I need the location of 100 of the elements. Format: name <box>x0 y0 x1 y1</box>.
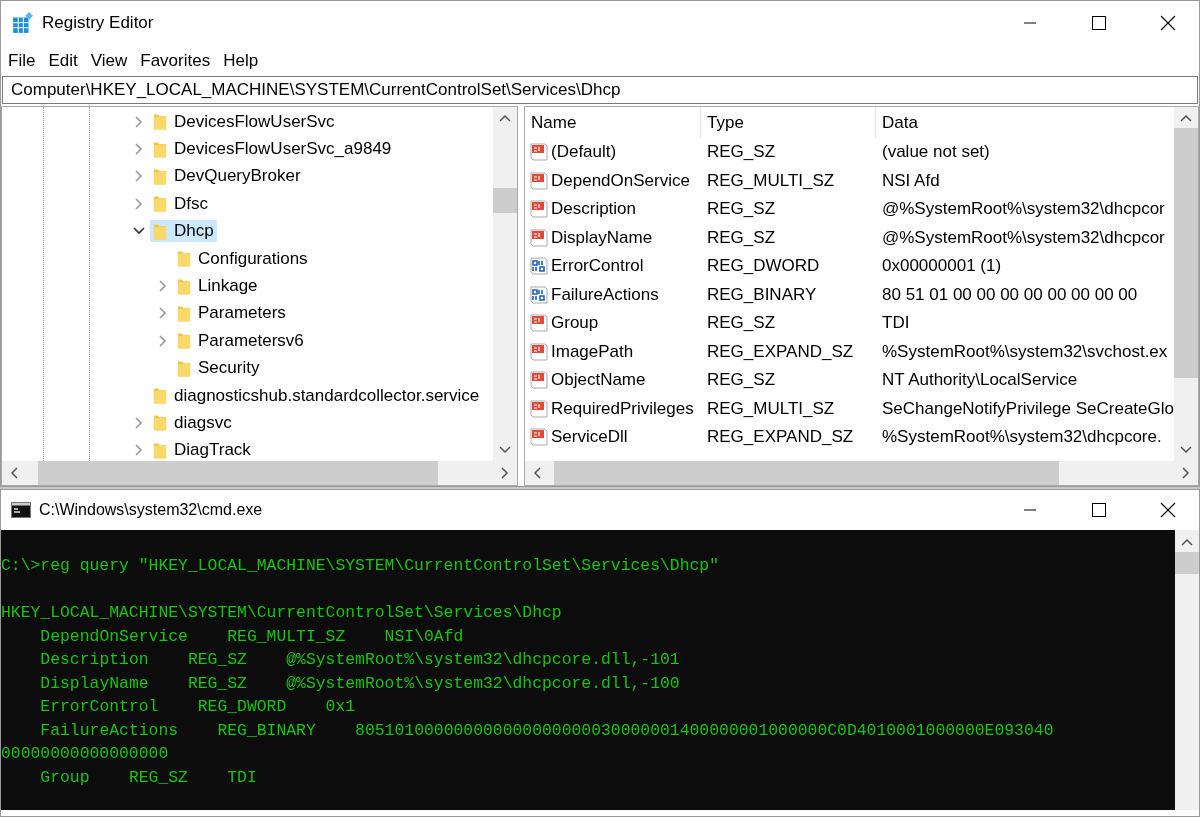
menu-item[interactable]: Favorites <box>140 50 211 71</box>
scrollbar-thumb[interactable] <box>1175 552 1199 574</box>
menu-item[interactable]: File <box>8 50 36 71</box>
folder-icon <box>153 386 167 406</box>
string-value-icon <box>529 341 549 362</box>
window-title: C:\Windows\system32\cmd.exe <box>39 501 263 519</box>
string-value-icon <box>529 227 549 248</box>
value-data: 80 51 01 00 00 00 00 00 00 00 00 <box>881 284 1139 305</box>
command-line: C:\>reg query "HKEY_LOCAL_MACHINE\SYSTEM\CurrentControlSet\Services\Dhcp" <box>1 555 721 577</box>
string-value-icon <box>529 199 549 220</box>
scroll-down-icon[interactable] <box>499 446 511 454</box>
scrollbar-thumb[interactable] <box>554 461 1059 485</box>
chevron-right-icon[interactable] <box>135 115 143 128</box>
scrollbar-thumb[interactable] <box>493 188 517 213</box>
value-name[interactable]: RequiredPrivileges <box>551 398 694 419</box>
tree-item[interactable]: diagsvc <box>150 412 235 434</box>
value-name[interactable]: Group <box>551 313 599 334</box>
menu-item[interactable]: Edit <box>48 50 78 71</box>
scroll-up-icon[interactable] <box>499 114 511 122</box>
value-type: REG_MULTI_SZ <box>706 398 836 419</box>
value-type: REG_EXPAND_SZ <box>706 427 855 448</box>
vertical-scrollbar[interactable] <box>1174 107 1198 461</box>
tree-item[interactable]: Dfsc <box>150 192 211 215</box>
binary-value-icon <box>529 284 549 305</box>
string-value-icon <box>529 142 549 163</box>
value-name[interactable]: Description <box>551 199 637 220</box>
binary-value-icon <box>529 256 549 277</box>
tree-item[interactable]: DevicesFlowUserSvc_a9849 <box>150 138 395 161</box>
folder-icon <box>153 413 167 433</box>
vertical-scrollbar[interactable] <box>1175 530 1199 810</box>
value-name[interactable]: ImagePath <box>551 341 634 362</box>
value-name[interactable]: ErrorControl <box>551 256 644 277</box>
output-line: HKEY_LOCAL_MACHINE\SYSTEM\CurrentControlSet\Services\Dhcp <box>1 602 563 624</box>
output-line: Description REG_SZ @%SystemRoot%\system32\dhcpcore.dll,-101 <box>39 649 681 671</box>
tree-item[interactable]: Linkage <box>174 275 261 298</box>
column-header[interactable]: Type <box>701 107 876 138</box>
chevron-right-icon[interactable] <box>135 197 143 210</box>
output-line: DependOnService REG_MULTI_SZ NSI\0Afd <box>39 625 465 648</box>
address-field[interactable]: Computer\HKEY_LOCAL_MACHINE\SYSTEM\CurrentControlSet\Services\Dhcp <box>2 76 1198 104</box>
scrollbar-thumb[interactable] <box>38 461 438 485</box>
chevron-right-icon[interactable] <box>135 417 143 429</box>
value-name[interactable]: DisplayName <box>551 227 653 248</box>
scroll-right-icon[interactable] <box>501 467 509 479</box>
value-name[interactable]: (Default) <box>551 142 617 163</box>
scroll-left-icon[interactable] <box>10 467 18 479</box>
horizontal-scrollbar[interactable] <box>2 461 517 485</box>
value-name[interactable]: DependOnService <box>551 170 690 191</box>
chevron-right-icon[interactable] <box>135 170 143 183</box>
value-name[interactable]: ServiceDll <box>551 427 628 448</box>
tree-item[interactable]: Security <box>174 357 263 380</box>
column-header[interactable]: Data <box>876 107 1174 138</box>
value-data: NSI Afd <box>881 170 941 191</box>
value-type: REG_SZ <box>706 142 777 163</box>
tree-item[interactable]: DiagTrack <box>150 439 254 461</box>
folder-icon <box>153 194 167 214</box>
scroll-down-icon[interactable] <box>1180 446 1192 454</box>
column-header[interactable]: Name <box>525 107 701 138</box>
scroll-up-icon[interactable] <box>1180 114 1192 122</box>
value-data: %SystemRoot%\system32\svchost.ex <box>881 341 1169 362</box>
chevron-right-icon[interactable] <box>159 307 167 320</box>
output-line: DisplayName REG_SZ @%SystemRoot%\system32\dhcpcore.dll,-100 <box>39 672 681 695</box>
value-data: NT Authority\LocalService <box>881 370 1079 391</box>
output-line: ErrorControl REG_DWORD 0x1 <box>39 696 357 718</box>
chevron-right-icon[interactable] <box>135 444 143 457</box>
scroll-up-icon[interactable] <box>1181 538 1193 546</box>
string-value-icon <box>529 170 549 191</box>
value-data: %SystemRoot%\system32\dhcpcore. <box>881 427 1163 448</box>
menu-item[interactable]: Help <box>223 50 259 71</box>
value-data: SeChangeNotifyPrivilege SeCreateGlo <box>881 398 1174 419</box>
value-type: REG_SZ <box>706 370 777 391</box>
chevron-right-icon[interactable] <box>135 143 143 156</box>
scroll-left-icon[interactable] <box>533 467 541 479</box>
chevron-down-icon[interactable] <box>133 227 145 236</box>
value-type: REG_BINARY <box>706 284 818 305</box>
scrollbar-thumb[interactable] <box>1174 128 1198 378</box>
folder-icon <box>177 249 191 269</box>
value-type: REG_DWORD <box>706 256 821 277</box>
value-name[interactable]: FailureActions <box>551 284 659 305</box>
tree-item[interactable]: Parameters <box>174 302 289 325</box>
tree-item[interactable]: Parametersv6 <box>174 329 307 352</box>
value-data: TDI <box>881 313 911 334</box>
value-type: REG_MULTI_SZ <box>706 170 836 191</box>
value-type: REG_SZ <box>706 199 777 220</box>
tree-item[interactable]: Dhcp <box>150 220 217 243</box>
folder-icon <box>153 112 167 132</box>
value-type: REG_SZ <box>706 227 777 248</box>
value-data: @%SystemRoot%\system32\dhcpcor <box>881 227 1166 248</box>
tree-item[interactable]: Configurations <box>174 247 311 270</box>
tree-item[interactable]: diagnosticshub.standardcollector.service <box>150 384 483 407</box>
menu-item[interactable]: View <box>90 50 128 71</box>
tree-item[interactable]: DevQueryBroker <box>150 165 304 188</box>
scroll-right-icon[interactable] <box>1182 467 1190 479</box>
value-data: (value not set) <box>881 142 991 163</box>
chevron-right-icon[interactable] <box>159 280 167 293</box>
chevron-right-icon[interactable] <box>159 334 167 347</box>
value-name[interactable]: ObjectName <box>551 370 646 391</box>
window-title: Registry Editor <box>42 13 154 33</box>
tree-item[interactable]: DevicesFlowUserSvc <box>150 110 338 133</box>
vertical-scrollbar[interactable] <box>493 107 517 461</box>
horizontal-scrollbar[interactable] <box>525 461 1198 485</box>
